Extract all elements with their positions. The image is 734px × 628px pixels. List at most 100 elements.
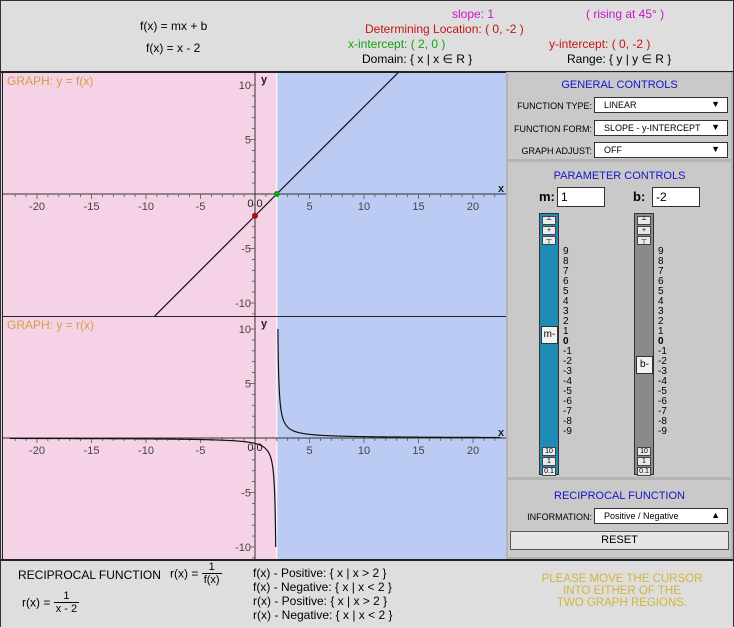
chevron-down-icon: ▼ [711, 122, 720, 132]
reciprocal-function-label: RECIPROCAL FUNCTION [18, 568, 161, 582]
cursor-hint-line: INTO EITHER OF THE [563, 585, 681, 597]
graph-rx-title: GRAPH: y = r(x) [7, 318, 95, 332]
graph-rx-region[interactable]: -20 -15 -10 -5 5 10 15 20 10 5 -5 -10 0 0xy GRAPH: y… [2, 316, 507, 561]
y-tick-label: -10 [235, 542, 251, 554]
x-tick-label: -10 [138, 445, 154, 457]
function-form-dropdown[interactable]: SLOPE - y-INTERCEPT ▼ [594, 120, 728, 136]
slope-text: slope: 1 [452, 7, 495, 21]
chevron-up-icon: ▲ [711, 510, 720, 520]
reciprocal-definition: r(x) = 1 f(x) [170, 561, 222, 586]
reciprocal-current-numerator: 1 [53, 590, 80, 603]
f-negative-text: f(x) - Negative: { x | x < 2 } [253, 580, 392, 594]
x-intercept-text: x-intercept: ( 2, 0 ) [348, 37, 446, 51]
graph-adjust-dropdown[interactable]: OFF ▼ [594, 142, 728, 158]
m-step-up-10[interactable]: ┴ [542, 216, 556, 225]
function-form-label: FUNCTION FORM: [514, 124, 592, 134]
information-dropdown[interactable]: Positive / Negative ▲ [594, 508, 728, 524]
x-intercept-point [273, 191, 280, 197]
b-label: b: [633, 189, 646, 204]
x-tick-label: 5 [306, 201, 312, 213]
m-input[interactable] [557, 187, 605, 207]
rising-text: ( rising at 45° ) [586, 7, 665, 21]
b-input[interactable] [652, 187, 700, 207]
x-tick-label: -20 [29, 445, 45, 457]
chevron-down-icon: ▼ [711, 99, 720, 109]
reciprocal-definition-lhs: r(x) = [170, 566, 199, 581]
x-tick-label: -5 [196, 201, 206, 213]
x-tick-label: -15 [84, 201, 100, 213]
domain-text: Domain: { x | x ∈ R } [362, 52, 473, 66]
origin-label: 0 0 [247, 198, 262, 210]
function-type-label: FUNCTION TYPE: [517, 101, 592, 111]
graph-fx-region[interactable]: -20 -15 -10 -5 5 10 15 20 10 5 -5 -10 0 0 x y GRAPH: y… [2, 72, 507, 317]
general-controls: GENERAL CONTROLS FUNCTION TYPE: LINEAR ▼ … [508, 73, 731, 159]
cursor-hint-line: PLEASE MOVE THE CURSOR [541, 573, 703, 585]
y-tick-label: 5 [245, 379, 251, 391]
information-value: Positive / Negative [604, 511, 679, 521]
x-tick-label: 20 [467, 201, 479, 213]
m-step-up-01[interactable]: ┬ [542, 236, 556, 245]
parameter-controls: PARAMETER CONTROLS m: b: ┴ + ┬ m- 10 1 0… [508, 162, 731, 477]
m-slider-thumb[interactable]: m- [541, 326, 558, 344]
reciprocal-current: r(x) = 1x - 2 [22, 590, 80, 615]
x-tick-label: -15 [84, 445, 100, 457]
x-axis-label: x [498, 183, 505, 195]
x-tick-label: 10 [358, 201, 370, 213]
y-intercept-text: y-intercept: ( 0, -2 ) [549, 37, 651, 51]
b-step-up-1[interactable]: + [637, 226, 651, 235]
control-panel: GENERAL CONTROLS FUNCTION TYPE: LINEAR ▼ … [506, 72, 733, 559]
x-tick-label: 20 [467, 445, 479, 457]
footer-info: RECIPROCAL FUNCTION r(x) = 1 f(x) r(x) = … [1, 559, 733, 628]
general-controls-title: GENERAL CONTROLS [561, 79, 678, 91]
graph-adjust-value: OFF [604, 145, 622, 155]
b-slider-thumb[interactable]: b- [636, 356, 653, 374]
header-info: f(x) = mx + b f(x) = x - 2 slope: 1 ( ri… [1, 1, 733, 73]
m-slider[interactable]: ┴ + ┬ m- 10 1 0.1 [539, 213, 559, 476]
y-intercept-point [252, 212, 258, 219]
x-tick-label: 15 [412, 201, 424, 213]
reciprocal-current-lhs: r(x) = [22, 595, 51, 610]
range-text: Range: { y | y ∈ R } [567, 52, 672, 66]
m-step-up-1[interactable]: + [542, 226, 556, 235]
reciprocal-function-title: RECIPROCAL FUNCTION [554, 490, 685, 502]
f-positive-text: f(x) - Positive: { x | x > 2 } [253, 566, 387, 580]
b-slider[interactable]: ┴ + ┬ b- 10 1 0.1 [634, 213, 654, 476]
x-tick-label: 10 [358, 445, 370, 457]
b-step-down-01[interactable]: 0.1 [637, 467, 651, 476]
m-step-down-1[interactable]: 1 [542, 457, 556, 466]
current-function: f(x) = x - 2 [146, 41, 201, 55]
x-tick-label: -20 [29, 201, 45, 213]
m-step-down-01[interactable]: 0.1 [542, 467, 556, 476]
y-tick-label: 10 [239, 80, 251, 92]
chevron-down-icon: ▼ [711, 144, 720, 154]
cursor-hint-line: TWO GRAPH REGIONS. [556, 597, 688, 609]
parameter-controls-title: PARAMETER CONTROLS [553, 170, 686, 182]
b-step-up-01[interactable]: ┬ [637, 236, 651, 245]
function-form-value: SLOPE - y-INTERCEPT [604, 123, 701, 133]
reciprocal-current-denominator: x - 2 [55, 603, 78, 615]
x-tick-label: -5 [196, 445, 206, 457]
determining-location: Determining Location: ( 0, -2 ) [365, 22, 524, 36]
m-step-down-10[interactable]: 10 [542, 447, 556, 456]
information-label: INFORMATION: [527, 512, 592, 522]
x-tick-label: -10 [138, 201, 154, 213]
y-tick-label: 10 [239, 324, 251, 336]
reset-button[interactable]: RESET [510, 531, 729, 550]
b-step-down-10[interactable]: 10 [637, 447, 651, 456]
function-formula: f(x) = mx + b [140, 19, 208, 33]
x-tick-label: 15 [412, 445, 424, 457]
graph-rx-plot[interactable]: -20 -15 -10 -5 5 10 15 20105-5-100 0xy [3, 317, 506, 560]
m-label: m: [539, 189, 555, 204]
b-step-up-10[interactable]: ┴ [637, 216, 651, 225]
function-type-dropdown[interactable]: LINEAR ▼ [594, 97, 728, 113]
y-axis-label: y [261, 318, 268, 330]
reciprocal-definition-denominator: f(x) [203, 574, 220, 586]
graph-fx-title: GRAPH: y = f(x) [7, 74, 94, 88]
scale-tick-label: -9 [563, 426, 572, 437]
b-step-down-1[interactable]: 1 [637, 457, 651, 466]
graph-fx-plot[interactable]: -20 -15 -10 -5 5 10 15 20 10 5 -5 -10 0 0 x y [3, 73, 506, 316]
y-tick-label: -5 [241, 244, 251, 256]
y-tick-label: -5 [241, 488, 251, 500]
r-positive-text: r(x) - Positive: { x | x > 2 } [253, 594, 388, 608]
scale-tick-label: -9 [658, 426, 667, 437]
